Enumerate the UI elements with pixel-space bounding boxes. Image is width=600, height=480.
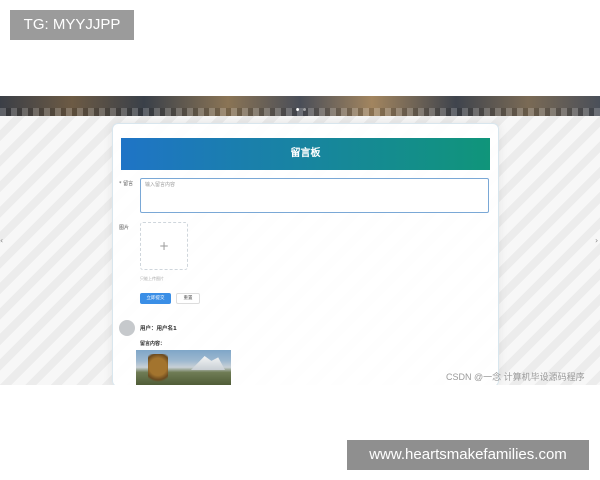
tg-badge: TG: MYYJJPP <box>10 10 134 40</box>
screenshot: ‹ › 留言板 * 留言 输入留言内容 图片 + 只能上传图片 立即提交 重置 … <box>0 96 600 385</box>
site-badge: www.heartsmakefamilies.com <box>347 440 589 470</box>
message-board-card: 留言板 * 留言 输入留言内容 图片 + 只能上传图片 立即提交 重置 用户：用… <box>112 123 499 385</box>
image-upload-button[interactable]: + <box>140 222 188 270</box>
image-label: 图片 <box>119 225 130 231</box>
reset-button[interactable]: 重置 <box>176 293 200 304</box>
post-image[interactable] <box>136 350 231 385</box>
chevron-left-icon[interactable]: ‹ <box>0 236 3 245</box>
avatar <box>119 320 135 336</box>
submit-button[interactable]: 立即提交 <box>140 293 171 304</box>
carousel-dot[interactable] <box>303 108 306 111</box>
post-content-label: 留言内容： <box>140 341 166 347</box>
post-user-name: 用户：用户名1 <box>140 326 177 332</box>
upload-tip: 只能上传图片 <box>140 276 164 281</box>
carousel-dot[interactable] <box>296 108 299 111</box>
carousel-dots[interactable] <box>296 108 306 111</box>
plus-icon: + <box>158 239 170 253</box>
message-label: * 留言 <box>119 181 134 187</box>
page-title: 留言板 <box>121 138 490 170</box>
city-banner <box>0 96 600 116</box>
message-input[interactable]: 输入留言内容 <box>140 178 489 213</box>
csdn-watermark: CSDN @一念 计算机毕设源码程序 <box>446 372 585 382</box>
chevron-right-icon[interactable]: › <box>595 236 598 245</box>
